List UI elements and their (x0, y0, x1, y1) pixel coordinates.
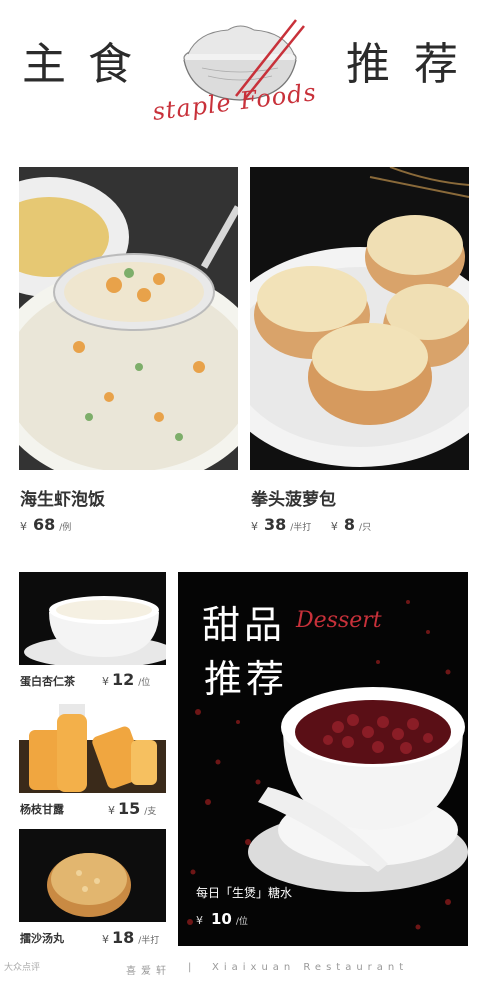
dessert-heading-line2: 推荐 (204, 657, 289, 701)
currency-symbol: ¥ (102, 675, 109, 688)
currency-symbol: ¥ (102, 933, 109, 946)
price-unit: /半打 (138, 936, 160, 946)
pineapple-bun-photo (250, 167, 469, 470)
price-value: 38 (264, 515, 287, 534)
header-char-tui: 推 (346, 39, 390, 90)
item-price-sesame-dumpling: ¥18/半打 (102, 928, 159, 947)
currency-symbol: ¥ (196, 914, 203, 927)
item-title-congee: 海生虾泡饭 (20, 490, 105, 510)
item-price-congee: ¥68/例 (20, 515, 71, 534)
price-value: 10 (211, 910, 232, 928)
item-price-almond-tea: ¥12/位 (102, 670, 150, 689)
currency-symbol: ¥ (251, 520, 258, 533)
almond-tea-photo (19, 572, 166, 665)
price-unit: /半打 (290, 523, 312, 533)
currency-symbol: ¥ (20, 520, 27, 533)
price-value: 12 (112, 670, 135, 689)
item-price-pineapple-bun: ¥38/半打 ¥8/只 (251, 515, 371, 534)
dessert-caption: 每日「生煲」糖水 (196, 886, 293, 900)
dessert-price: ¥10/位 (196, 910, 248, 928)
price-unit: /位 (138, 678, 151, 688)
price-value: 68 (33, 515, 56, 534)
header-char-shi: 食 (88, 39, 132, 90)
price-unit: /例 (59, 523, 72, 533)
footer-english: Xiaixuan Restaurant (212, 962, 409, 973)
item-title-mango-sago: 杨枝甘露 (20, 803, 64, 816)
item-title-pineapple-bun: 拳头菠萝包 (251, 490, 336, 510)
header-char-jian: 荐 (414, 39, 458, 90)
price-unit: /支 (144, 807, 157, 817)
sesame-dumpling-photo (19, 829, 166, 922)
item-title-sesame-dumpling: 擂沙汤丸 (20, 932, 64, 945)
price-unit-2: /只 (359, 523, 372, 533)
footer-brand: 喜爱轩 (126, 966, 171, 977)
item-title-almond-tea: 蛋白杏仁茶 (20, 675, 75, 688)
currency-symbol: ¥ (330, 520, 338, 533)
dessert-panel: 甜品 Dessert 推荐 每日「生煲」糖水 ¥10/位 (178, 572, 468, 946)
congee-photo (19, 167, 238, 470)
price-value: 18 (112, 928, 135, 947)
dessert-heading-line1: 甜品 (202, 603, 287, 647)
item-price-mango-sago: ¥15/支 (108, 799, 156, 818)
price-value-2: 8 (343, 515, 356, 534)
dessert-script: Dessert (296, 608, 382, 633)
footer-separator: | (188, 962, 197, 973)
watermark: 大众点评 (4, 963, 41, 973)
header-char-zhu: 主 (22, 39, 66, 90)
price-value: 15 (118, 799, 141, 818)
price-unit: /位 (235, 917, 248, 927)
mango-sago-photo (19, 700, 166, 793)
currency-symbol: ¥ (108, 804, 115, 817)
